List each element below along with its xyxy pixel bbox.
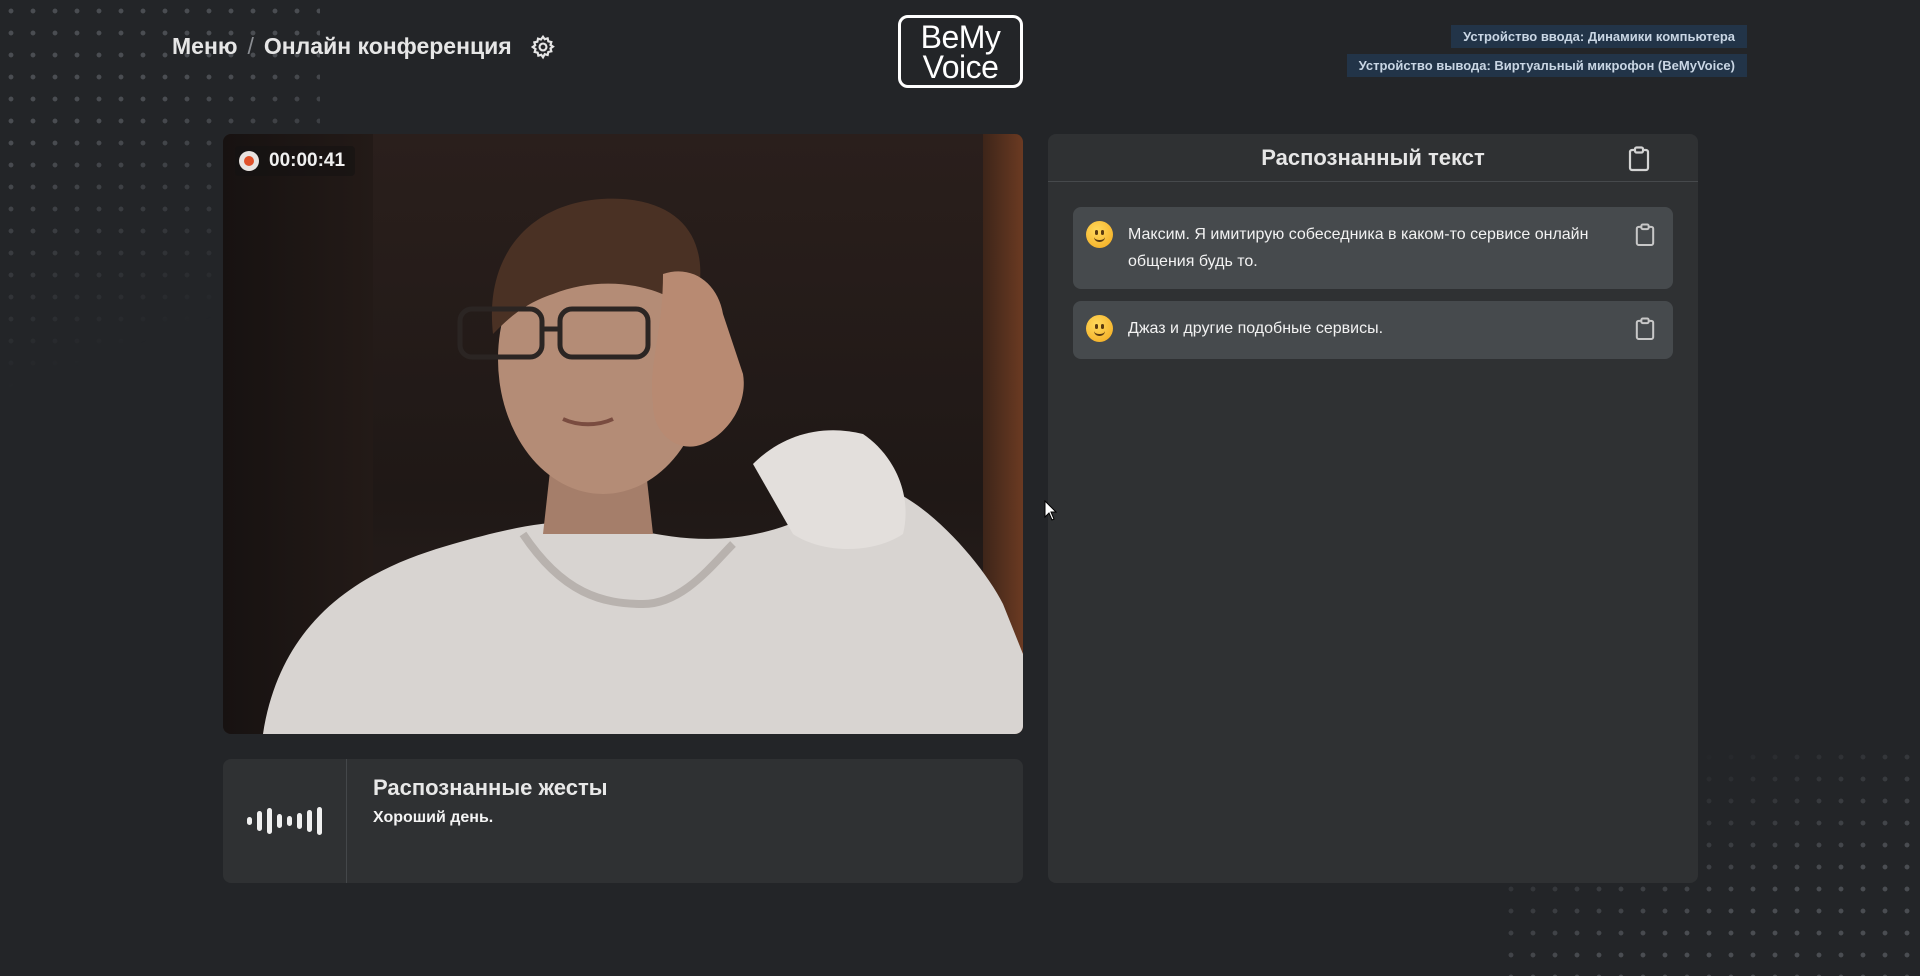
gestures-text: Хороший день. bbox=[373, 809, 494, 826]
breadcrumb-separator: / bbox=[247, 33, 254, 59]
list-item: Джаз и другие подобные сервисы. bbox=[1073, 301, 1673, 359]
clipboard-icon[interactable] bbox=[1628, 146, 1650, 178]
logo-line-2: Voice bbox=[922, 48, 999, 85]
recognized-gestures-panel: Распознанные жесты Хороший день. bbox=[223, 759, 1023, 883]
logo-line-1: BeMy bbox=[920, 18, 1001, 55]
messages-list: Максим. Я имитирую собеседника в каком-т… bbox=[1048, 182, 1698, 384]
record-icon bbox=[239, 151, 259, 171]
panel-title: Распознанный текст bbox=[1261, 144, 1485, 170]
input-device-badge[interactable]: Устройство ввода: Динамики компьютера bbox=[1451, 25, 1747, 48]
gear-icon[interactable] bbox=[530, 34, 556, 60]
message-text: Максим. Я имитирую собеседника в каком-т… bbox=[1128, 226, 1589, 270]
clipboard-icon[interactable] bbox=[1635, 317, 1655, 350]
webcam-person-image bbox=[263, 198, 1023, 734]
breadcrumb: Меню / Онлайн конференция bbox=[172, 33, 556, 60]
bemyvoice-logo: BeMy Voice bbox=[898, 15, 1023, 88]
list-item: Максим. Я имитирую собеседника в каком-т… bbox=[1073, 207, 1673, 289]
waveform-icon bbox=[223, 759, 347, 883]
mouse-cursor-icon bbox=[1044, 500, 1058, 521]
recording-timer: 00:00:41 bbox=[269, 150, 346, 171]
gestures-title: Распознанные жесты bbox=[373, 775, 608, 800]
clipboard-icon[interactable] bbox=[1635, 223, 1655, 256]
recognized-text-panel: Распознанный текст Максим. Я имитирую со… bbox=[1048, 134, 1698, 883]
recording-indicator: 00:00:41 bbox=[235, 146, 356, 176]
panel-header: Распознанный текст bbox=[1048, 134, 1698, 182]
message-text: Джаз и другие подобные сервисы. bbox=[1128, 320, 1384, 337]
breadcrumb-menu-link[interactable]: Меню bbox=[172, 33, 238, 60]
output-device-badge[interactable]: Устройство вывода: Виртуальный микрофон … bbox=[1346, 54, 1747, 77]
smile-emoji-icon bbox=[1086, 221, 1113, 248]
video-feed: 00:00:41 bbox=[223, 134, 1023, 734]
smile-emoji-icon bbox=[1086, 315, 1113, 342]
page-title: Онлайн конференция bbox=[263, 33, 512, 59]
